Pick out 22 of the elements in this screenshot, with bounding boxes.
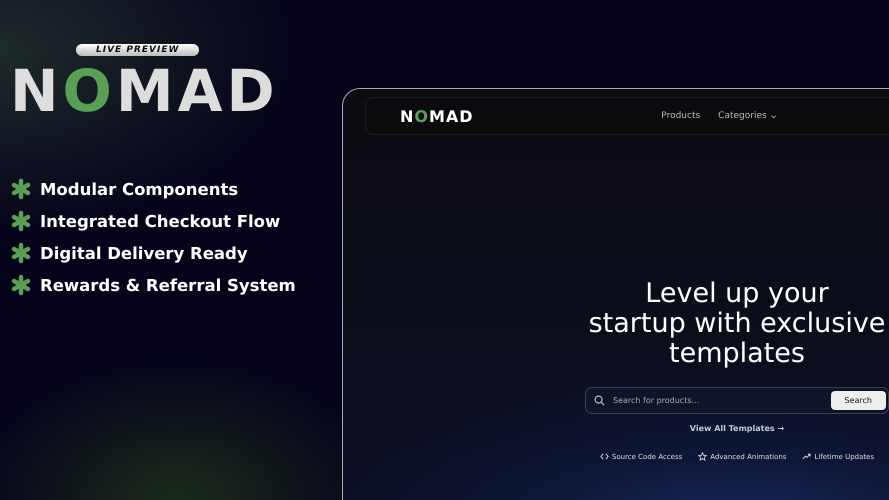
asterisk-icon bbox=[10, 274, 32, 296]
code-icon bbox=[600, 452, 609, 461]
feature-text: Modular Components bbox=[40, 180, 238, 198]
chevron-down-icon bbox=[770, 112, 777, 120]
asterisk-icon bbox=[10, 210, 32, 232]
live-preview-badge: LIVE PREVIEW bbox=[76, 44, 200, 56]
logo: NOMAD bbox=[400, 106, 474, 126]
view-all-link[interactable]: View All Templates → bbox=[690, 424, 784, 433]
feature-text: Rewards & Referral System bbox=[40, 276, 296, 294]
nav-link[interactable]: Categories bbox=[718, 111, 777, 121]
logo: NO MAD bbox=[10, 62, 279, 120]
search-button[interactable]: Search bbox=[830, 391, 886, 410]
headline: Level up your startup with exclusive templates bbox=[588, 279, 886, 369]
search-field[interactable]: Search for products... Search bbox=[585, 387, 889, 414]
asterisk-icon bbox=[10, 242, 32, 264]
asterisk-icon bbox=[10, 178, 32, 200]
star-icon bbox=[698, 452, 708, 461]
trend-icon bbox=[802, 452, 812, 461]
feature-text: Digital Delivery Ready bbox=[40, 244, 248, 262]
feature-text: Integrated Checkout Flow bbox=[40, 212, 280, 230]
nav-link[interactable]: Products bbox=[661, 111, 700, 121]
search-icon bbox=[594, 395, 605, 406]
